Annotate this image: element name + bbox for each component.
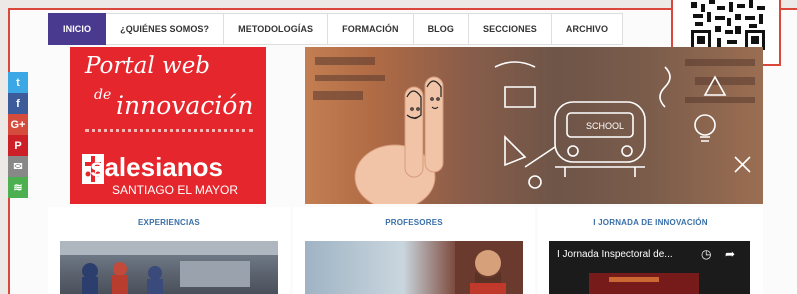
- logo-title-line3: innovación: [116, 91, 254, 120]
- hero-banner: SCHOOL: [305, 47, 763, 204]
- nav-item-formacion[interactable]: FORMACIÓN: [328, 13, 414, 45]
- brand-subtitle: SANTIAGO EL MAYOR: [112, 183, 239, 197]
- nav-item-secciones[interactable]: SECCIONES: [468, 13, 552, 45]
- experiencias-thumbnail[interactable]: [60, 241, 278, 294]
- section-title-jornada[interactable]: I JORNADA DE INNOVACIÓN: [538, 218, 763, 227]
- section-title-profesores[interactable]: PROFESORES: [293, 218, 535, 227]
- section-profesores: PROFESORES: [293, 207, 535, 294]
- school-doodle-illustration: SCHOOL: [313, 57, 755, 204]
- profesores-thumbnail[interactable]: [305, 241, 523, 294]
- nav-item-quienes-somos[interactable]: ¿QUIÉNES SOMOS?: [106, 13, 225, 45]
- nav-item-inicio[interactable]: INICIO: [48, 13, 107, 45]
- section-title-experiencias[interactable]: EXPERIENCIAS: [48, 218, 290, 227]
- pinterest-icon[interactable]: P: [8, 135, 28, 156]
- nav-item-metodologias[interactable]: METODOLOGÍAS: [224, 13, 329, 45]
- social-share-bar: t f G+ P ✉ ≋: [8, 72, 28, 198]
- logo-title-line2: de: [94, 87, 112, 103]
- brand-name: salesianos: [90, 152, 223, 182]
- section-jornada-innovacion: I JORNADA DE INNOVACIÓN I Jornada Inspec…: [538, 207, 763, 294]
- nav-item-archivo[interactable]: ARCHIVO: [551, 13, 624, 45]
- main-nav: INICIO ¿QUIÉNES SOMOS? METODOLOGÍAS FORM…: [48, 13, 624, 45]
- portal-logo[interactable]: Portal web de innovación salesianos SANT…: [70, 47, 266, 204]
- logo-title-line1: Portal web: [85, 53, 211, 79]
- email-icon[interactable]: ✉: [8, 156, 28, 177]
- section-experiencias: EXPERIENCIAS: [48, 207, 290, 294]
- share-icon[interactable]: ≋: [8, 177, 28, 198]
- facebook-icon[interactable]: f: [8, 93, 28, 114]
- jornada-video-player[interactable]: I Jornada Inspectoral de... ◷ ➦: [549, 241, 750, 294]
- nav-item-blog[interactable]: BLOG: [413, 13, 469, 45]
- twitter-icon[interactable]: t: [8, 72, 28, 93]
- google-plus-icon[interactable]: G+: [8, 114, 28, 135]
- svg-text:SCHOOL: SCHOOL: [586, 121, 624, 131]
- logo-dotted-divider: [85, 129, 253, 132]
